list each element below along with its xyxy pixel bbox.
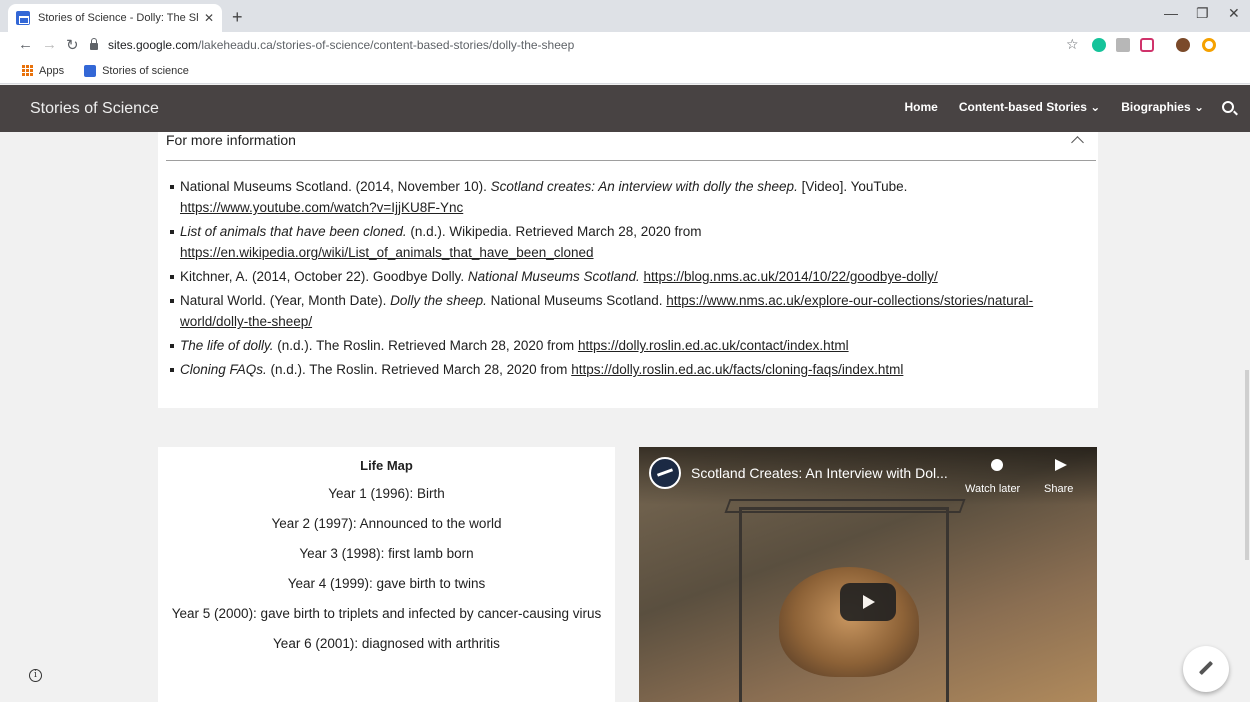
share-label[interactable]: Share [1044, 483, 1073, 495]
profile-avatar[interactable] [1176, 38, 1190, 52]
list-item: List of animals that have been cloned. (… [170, 221, 1050, 263]
browser-toolbar: ← → ↻ sites.google.com/lakeheadu.ca/stor… [0, 32, 1250, 58]
more-info-heading: For more information [166, 132, 296, 148]
more-info-section: For more information National Museums Sc… [158, 132, 1098, 408]
list-item: National Museums Scotland. (2014, Novemb… [170, 176, 1050, 218]
watch-later-label[interactable]: Watch later [965, 483, 1020, 495]
more-info-header[interactable]: For more information [166, 132, 1096, 161]
list-item: Year 5 (2000): gave birth to triplets an… [171, 606, 602, 621]
new-tab-button[interactable]: + [232, 7, 243, 28]
tab-title: Stories of Science - Dolly: The Sh [38, 12, 198, 24]
list-item: Year 4 (1999): gave birth to twins [287, 576, 486, 591]
browser-tab-strip: Stories of Science - Dolly: The Sh ✕ + —… [0, 0, 1250, 32]
google-sites-bookmark-icon [84, 64, 97, 77]
search-icon[interactable] [1222, 101, 1234, 113]
watch-later-icon[interactable] [991, 459, 1003, 471]
url-text: sites.google.com/lakeheadu.ca/stories-of… [108, 38, 575, 52]
site-nav: Home Content-based Stories ⌄ Biographies… [884, 100, 1234, 114]
life-map-section: Life Map Year 1 (1996): Birth Year 2 (19… [158, 447, 615, 702]
browser-tab[interactable]: Stories of Science - Dolly: The Sh ✕ [8, 4, 222, 32]
nav-biographies[interactable]: Biographies ⌄ [1121, 100, 1204, 114]
youtube-video-embed[interactable]: Scotland Creates: An Interview with Dol.… [639, 447, 1097, 702]
reference-link[interactable]: https://dolly.roslin.ed.ac.uk/facts/clon… [571, 362, 903, 377]
list-item: Kitchner, A. (2014, October 22). Goodbye… [170, 266, 1050, 287]
share-icon[interactable] [1055, 459, 1067, 471]
nav-content-based-stories[interactable]: Content-based Stories ⌄ [959, 100, 1100, 114]
reference-link[interactable]: https://dolly.roslin.ed.ac.uk/contact/in… [578, 338, 849, 353]
extension-o-icon[interactable] [1202, 38, 1216, 52]
pocket-extension-icon[interactable] [1140, 38, 1154, 52]
close-window-button[interactable]: ✕ [1228, 5, 1240, 22]
reference-link[interactable]: https://www.youtube.com/watch?v=IjjKU8F-… [180, 200, 463, 215]
apps-grid-icon[interactable] [22, 65, 33, 76]
edit-pencil-button[interactable] [1183, 646, 1229, 692]
reference-link[interactable]: https://en.wikipedia.org/wiki/List_of_an… [180, 245, 594, 260]
extension-icon[interactable] [1116, 38, 1130, 52]
info-icon[interactable]: i [29, 669, 42, 682]
chevron-up-icon[interactable] [1071, 136, 1084, 149]
video-title[interactable]: Scotland Creates: An Interview with Dol.… [691, 465, 948, 481]
list-item: Year 3 (1998): first lamb born [299, 546, 474, 561]
nav-home[interactable]: Home [905, 100, 938, 114]
life-map-title: Life Map [360, 458, 413, 473]
play-button[interactable] [840, 583, 896, 621]
list-item: Cloning FAQs. (n.d.). The Roslin. Retrie… [170, 359, 1050, 380]
reference-link[interactable]: https://blog.nms.ac.uk/2014/10/22/goodby… [644, 269, 938, 284]
channel-logo-icon[interactable] [649, 457, 681, 489]
minimize-button[interactable]: — [1164, 5, 1178, 21]
list-item: Year 6 (2001): diagnosed with arthritis [273, 636, 500, 651]
stories-bookmark[interactable]: Stories of science [102, 65, 189, 77]
address-bar[interactable]: sites.google.com/lakeheadu.ca/stories-of… [90, 34, 1090, 56]
reference-list: National Museums Scotland. (2014, Novemb… [170, 176, 1050, 383]
apps-bookmark[interactable]: Apps [39, 65, 64, 77]
lock-icon [90, 38, 98, 50]
tab-close-icon[interactable]: ✕ [204, 11, 214, 25]
life-map-list: Year 1 (1996): Birth Year 2 (1997): Anno… [158, 485, 615, 653]
site-title[interactable]: Stories of Science [30, 100, 159, 118]
list-item: Natural World. (Year, Month Date). Dolly… [170, 290, 1050, 332]
google-sites-icon [16, 11, 30, 25]
bookmark-star-icon[interactable]: ☆ [1066, 36, 1079, 53]
grammarly-extension-icon[interactable] [1092, 38, 1106, 52]
bookmarks-bar: Apps Stories of science [0, 58, 1250, 84]
site-header: Stories of Science Home Content-based St… [0, 85, 1250, 132]
list-item: Year 2 (1997): Announced to the world [271, 516, 502, 531]
maximize-button[interactable]: ❐ [1196, 5, 1209, 22]
back-button[interactable]: ← [18, 36, 33, 53]
list-item: Year 1 (1996): Birth [328, 486, 445, 501]
scrollbar-thumb[interactable] [1245, 370, 1249, 560]
reload-button[interactable]: ↻ [66, 36, 79, 54]
forward-button[interactable]: → [42, 36, 57, 53]
list-item: The life of dolly. (n.d.). The Roslin. R… [170, 335, 1050, 356]
